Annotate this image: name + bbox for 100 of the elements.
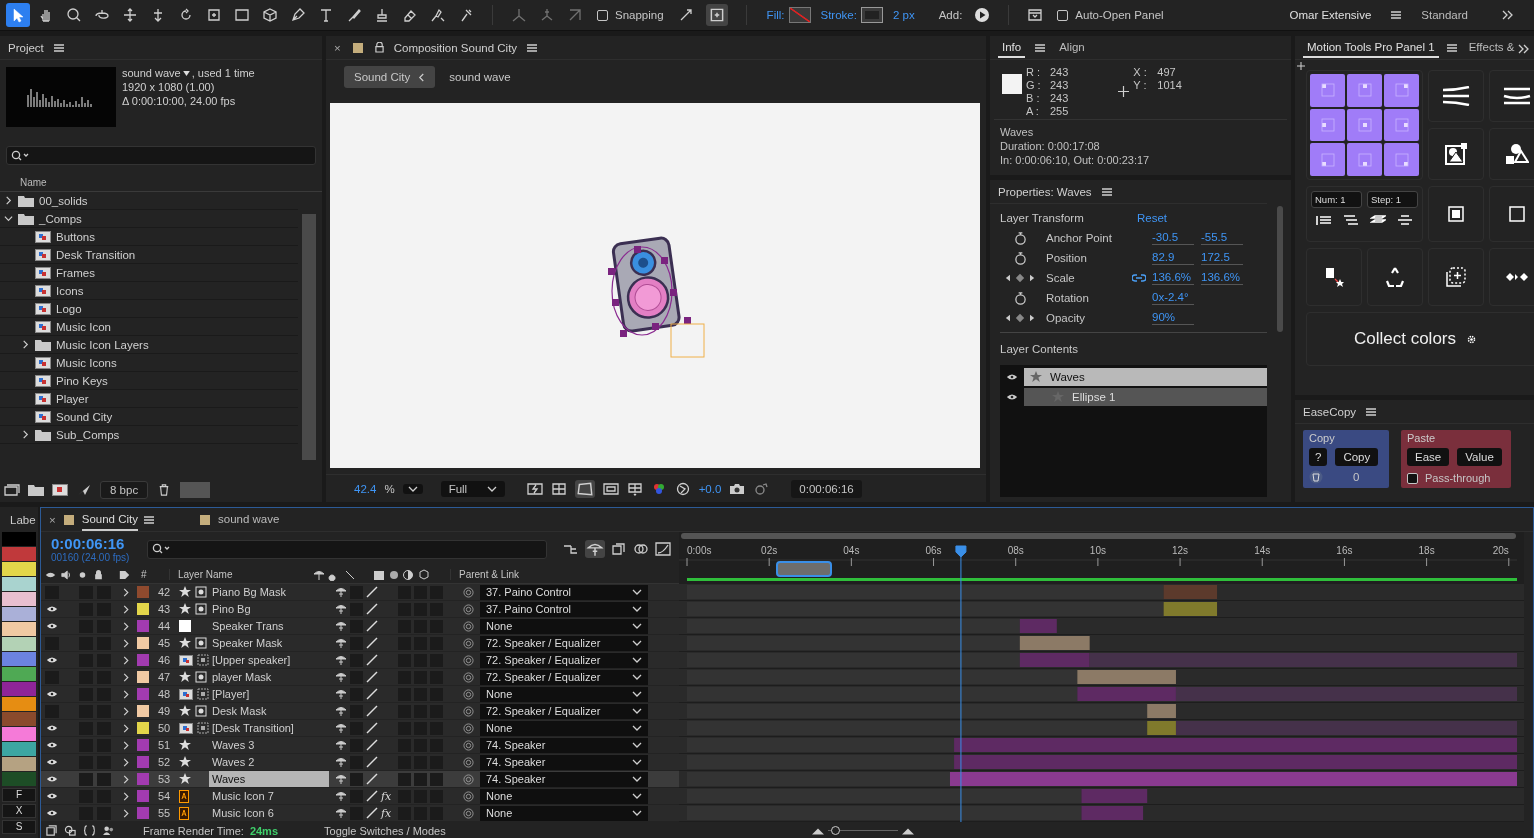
content-item[interactable]: Waves bbox=[1024, 368, 1267, 386]
project-item[interactable]: Music Icons bbox=[0, 354, 298, 372]
project-item[interactable]: 00_solids bbox=[0, 192, 298, 210]
effects-toggle[interactable]: fx bbox=[381, 789, 392, 803]
property-value[interactable]: 172.5 bbox=[1201, 251, 1243, 265]
stroke-width[interactable]: 2 px bbox=[892, 9, 915, 21]
layer-name[interactable]: Waves 2 bbox=[209, 754, 329, 770]
bit-depth-button[interactable]: 8 bpc bbox=[100, 481, 149, 499]
collect-colors-button[interactable]: Collect colors bbox=[1306, 312, 1534, 366]
parent-dropdown[interactable]: None bbox=[480, 788, 648, 804]
panel-title[interactable]: Properties: Waves bbox=[998, 185, 1092, 198]
property-value[interactable]: 82.9 bbox=[1152, 251, 1194, 265]
layer-name[interactable]: Waves bbox=[209, 771, 329, 787]
project-item[interactable]: Frames bbox=[0, 264, 298, 282]
resolution-dropdown[interactable]: Full bbox=[440, 480, 505, 497]
property-value[interactable]: 0x-2.4° bbox=[1152, 291, 1194, 305]
column-header[interactable]: Name bbox=[20, 177, 47, 188]
label-key[interactable]: F bbox=[2, 788, 36, 802]
num-field[interactable]: Num: 1 bbox=[1311, 191, 1362, 208]
layer-name[interactable]: Desk Mask bbox=[209, 703, 329, 719]
current-time[interactable]: 0:00:06:16 bbox=[791, 479, 862, 498]
parent-dropdown[interactable]: 72. Speaker / Equalizer bbox=[480, 669, 648, 685]
panel-tab[interactable]: Effects & bbox=[1464, 37, 1519, 58]
project-item[interactable]: Music Icon Layers bbox=[0, 336, 298, 354]
layer-row[interactable]: 48 [Player] None bbox=[41, 686, 679, 702]
layer-row[interactable]: 47 player Mask 72. Speaker / Equalizer bbox=[41, 669, 679, 685]
layer-row[interactable]: 55 Music Icon 6 fx None bbox=[41, 805, 679, 821]
project-item[interactable]: Sound City bbox=[0, 408, 298, 426]
layer-row[interactable]: 52 Waves 2 74. Speaker bbox=[41, 754, 679, 770]
current-time[interactable]: 0:00:06:16 bbox=[51, 535, 139, 552]
project-item[interactable]: Sub_Comps bbox=[0, 426, 298, 444]
zoom-value[interactable]: 42.4 bbox=[354, 482, 377, 495]
snapping-checkbox[interactable]: Snapping bbox=[597, 9, 664, 21]
parent-dropdown[interactable]: None bbox=[480, 686, 648, 702]
property-value[interactable]: 90% bbox=[1152, 311, 1194, 325]
paste-button[interactable]: Value bbox=[1457, 448, 1502, 466]
layer-name[interactable]: Music Icon 7 bbox=[209, 788, 329, 804]
exposure-value[interactable]: +0.0 bbox=[698, 482, 722, 495]
timeline-tab[interactable]: Sound City bbox=[81, 508, 138, 531]
pass-through-checkbox[interactable]: Pass-through bbox=[1407, 472, 1505, 484]
project-item[interactable]: Logo bbox=[0, 300, 298, 318]
project-item[interactable]: _Comps bbox=[0, 210, 298, 228]
close-button[interactable]: × bbox=[334, 41, 341, 54]
parent-dropdown[interactable]: None bbox=[480, 805, 648, 821]
layer-row[interactable]: 53 Waves 74. Speaker bbox=[41, 771, 679, 787]
panel-title[interactable]: EaseCopy bbox=[1303, 405, 1357, 418]
layer-row[interactable]: 45 Speaker Mask 72. Speaker / Equalizer bbox=[41, 635, 679, 651]
panel-title[interactable]: Labe bbox=[2, 509, 36, 531]
project-item[interactable]: Player bbox=[0, 390, 298, 408]
panel-tab[interactable]: Info bbox=[998, 37, 1026, 58]
parent-dropdown[interactable]: 37. Paino Control bbox=[480, 584, 648, 600]
parent-dropdown[interactable]: None bbox=[480, 720, 648, 736]
help-button[interactable]: ? bbox=[1309, 448, 1328, 466]
layer-name[interactable]: Music Icon 6 bbox=[209, 805, 329, 821]
step-field[interactable]: Step: 1 bbox=[1367, 191, 1418, 208]
parent-dropdown[interactable]: 72. Speaker / Equalizer bbox=[480, 635, 648, 651]
layer-row[interactable]: 49 Desk Mask 72. Speaker / Equalizer bbox=[41, 703, 679, 719]
copy-button[interactable]: Copy bbox=[1335, 448, 1379, 466]
layer-row[interactable]: 51 Waves 3 74. Speaker bbox=[41, 737, 679, 753]
project-item[interactable]: Desk Transition bbox=[0, 246, 298, 264]
project-item[interactable]: Icons bbox=[0, 282, 298, 300]
layer-name[interactable]: [Player] bbox=[209, 686, 329, 702]
layer-name[interactable]: player Mask bbox=[209, 669, 329, 685]
layer-row[interactable]: 50 [Desk Transition] None bbox=[41, 720, 679, 736]
layer-name[interactable]: Speaker Trans bbox=[209, 618, 329, 634]
label-key[interactable]: X bbox=[2, 804, 36, 818]
column-header[interactable]: Parent & Link bbox=[450, 569, 520, 580]
property-value[interactable]: -30.5 bbox=[1152, 231, 1194, 245]
toggle-modes-button[interactable]: Toggle Switches / Modes bbox=[324, 824, 446, 837]
parent-dropdown[interactable]: None bbox=[480, 618, 648, 634]
timeline-tab[interactable]: sound wave bbox=[218, 508, 280, 531]
effects-toggle[interactable]: fx bbox=[381, 806, 392, 820]
parent-dropdown[interactable]: 74. Speaker bbox=[480, 754, 648, 770]
layer-name[interactable]: Waves 3 bbox=[209, 737, 329, 753]
layer-name[interactable]: [Desk Transition] bbox=[209, 720, 329, 736]
content-item[interactable]: Ellipse 1 bbox=[1024, 388, 1267, 406]
paste-button[interactable]: Ease bbox=[1407, 448, 1450, 466]
layer-name[interactable]: Speaker Mask bbox=[209, 635, 329, 651]
auto-open-checkbox[interactable]: Auto-Open Panel bbox=[1057, 9, 1164, 21]
project-item[interactable]: Pino Keys bbox=[0, 372, 298, 390]
parent-dropdown[interactable]: 72. Speaker / Equalizer bbox=[480, 652, 648, 668]
workspace-tab[interactable]: Standard bbox=[1411, 3, 1478, 27]
reset-link[interactable]: Reset bbox=[1137, 212, 1168, 224]
parent-dropdown[interactable]: 72. Speaker / Equalizer bbox=[480, 703, 648, 719]
breadcrumb[interactable]: sound wave bbox=[439, 66, 521, 88]
parent-dropdown[interactable]: 37. Paino Control bbox=[480, 601, 648, 617]
panel-tab[interactable]: Motion Tools Pro Panel 1 bbox=[1303, 37, 1439, 58]
layer-name[interactable]: Piano Bg Mask bbox=[209, 584, 329, 600]
layer-row[interactable]: 46 [Upper speaker] 72. Speaker / Equalizer bbox=[41, 652, 679, 668]
layer-row[interactable]: 42 Piano Bg Mask 37. Paino Control bbox=[41, 584, 679, 600]
parent-dropdown[interactable]: 74. Speaker bbox=[480, 737, 648, 753]
breadcrumb[interactable]: Sound City bbox=[344, 66, 436, 88]
label-key[interactable]: S bbox=[2, 820, 36, 834]
column-header[interactable]: Layer Name bbox=[169, 569, 312, 580]
layer-row[interactable]: 44 Speaker Trans None bbox=[41, 618, 679, 634]
parent-dropdown[interactable]: 74. Speaker bbox=[480, 771, 648, 787]
column-header[interactable]: # bbox=[141, 569, 169, 580]
close-button[interactable]: × bbox=[49, 513, 56, 526]
panel-title[interactable]: Project bbox=[8, 41, 44, 54]
layer-row[interactable]: 43 Pino Bg 37. Paino Control bbox=[41, 601, 679, 617]
